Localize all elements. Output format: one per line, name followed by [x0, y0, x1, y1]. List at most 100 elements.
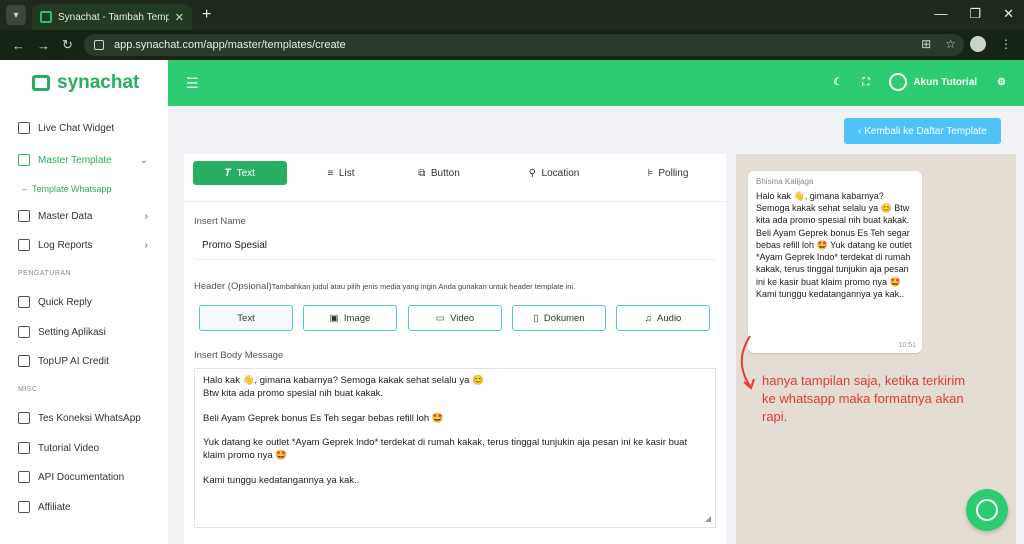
tab-label: Location — [541, 167, 580, 179]
location-pin-icon: ⚲ — [528, 167, 542, 179]
header-video-button[interactable]: ▭ Video — [408, 305, 502, 331]
tab-search-button[interactable]: ▾ — [6, 5, 26, 25]
profile-avatar[interactable] — [970, 36, 986, 52]
body-line: Halo kak 👋, gimana kabarnya? Semoga kaka… — [203, 375, 484, 386]
browser-tab[interactable]: Synachat - Tambah Template Pesan ✕ — [32, 4, 192, 30]
sidebar-item-label: Tes Koneksi WhatsApp — [38, 412, 141, 424]
message-type-tabs: 𝑻 Text ≡ List ⧉ Button ⚲ Location ⊧ Poll… — [184, 154, 726, 202]
sidebar-item-label: Live Chat Widget — [38, 122, 115, 134]
hamburger-menu-icon[interactable]: ☰ — [186, 75, 199, 92]
browser-tabbar: ▾ Synachat - Tambah Template Pesan ✕ + —… — [0, 0, 1024, 30]
sidebar-item-log-reports[interactable]: Log Reports › — [18, 239, 158, 251]
window-controls: — ❐ ✕ — [934, 6, 1014, 22]
header-button-label: Image — [343, 312, 371, 324]
insert-body-label: Insert Body Message — [194, 350, 284, 361]
sidebar-item-api-documentation[interactable]: API Documentation — [18, 471, 158, 483]
sidebar-item-label: TopUP AI Credit — [38, 355, 109, 367]
sidebar-item-label: Affiliate — [38, 501, 71, 513]
template-name-input[interactable]: Promo Spesial — [194, 232, 716, 260]
user-avatar-icon — [889, 73, 908, 91]
list-icon: ≡ — [327, 167, 339, 179]
template-name-value: Promo Spesial — [202, 240, 268, 251]
sidebar-item-master-template[interactable]: Master Template ⌄ — [18, 154, 158, 166]
sidebar-item-affiliate[interactable]: Affiliate — [18, 501, 158, 513]
back-to-template-list-button[interactable]: ‹ Kembali ke Daftar Template — [844, 118, 1001, 144]
resize-handle-icon[interactable]: ◢ — [705, 514, 711, 525]
tab-label: Button — [430, 167, 460, 179]
header-button-label: Video — [450, 312, 475, 324]
chat-bubble: Bhisma Kalijaga Halo kak 👋, gimana kabar… — [748, 171, 922, 353]
sidebar-item-label: Setting Aplikasi — [38, 326, 106, 338]
sidebar-item-label: Master Template — [38, 154, 112, 166]
sidebar-subitem-template-whatsapp[interactable]: – Template Whatsapp — [22, 184, 112, 194]
new-tab-button[interactable]: + — [202, 6, 211, 24]
sender-name: Bhisma Kalijaga — [756, 177, 814, 186]
tab-polling[interactable]: ⊧ Polling — [632, 161, 704, 185]
whatsapp-preview-panel: Bhisma Kalijaga Halo kak 👋, gimana kabar… — [736, 154, 1016, 544]
sidebar-item-setting-aplikasi[interactable]: Setting Aplikasi — [18, 326, 158, 338]
sidebar-item-topup-ai-credit[interactable]: TopUP AI Credit — [18, 355, 158, 367]
bookmark-star-icon[interactable]: ☆ — [945, 37, 956, 51]
whatsapp-icon — [976, 499, 998, 521]
header-dokumen-button[interactable]: ▯ Dokumen — [512, 305, 606, 331]
back-icon[interactable]: ← — [12, 38, 25, 53]
browser-menu-icon[interactable]: ⋮ — [1000, 37, 1012, 51]
sidebar-item-label: Log Reports — [38, 239, 93, 251]
header-image-button[interactable]: ▣ Image — [303, 305, 397, 331]
tab-location[interactable]: ⚲ Location — [514, 161, 594, 185]
sidebar-item-master-data[interactable]: Master Data › — [18, 210, 158, 222]
tab-text[interactable]: 𝑻 Text — [193, 161, 287, 185]
sidebar-item-quick-reply[interactable]: Quick Reply — [18, 296, 158, 308]
sidebar-item-tes-koneksi-whatsapp[interactable]: Tes Koneksi WhatsApp — [18, 412, 158, 424]
brand-logo[interactable]: synachat — [0, 60, 168, 106]
reply-icon — [18, 296, 30, 308]
tab-button[interactable]: ⧉ Button — [404, 161, 474, 185]
section-label-misc: MISC — [18, 386, 38, 393]
header-button-label: Text — [237, 312, 255, 324]
body-line — [203, 425, 707, 437]
tab-label: Polling — [658, 167, 689, 179]
browser-toolbar: ← → ↻ app.synachat.com/app/master/templa… — [0, 30, 1024, 60]
dark-mode-icon[interactable]: ☾ — [833, 77, 842, 88]
sidebar-item-label: Master Data — [38, 210, 93, 222]
app-topbar: ☰ ☾ ⛶ Akun Tutorial ⚙ — [168, 60, 1024, 106]
minimize-icon[interactable]: — — [934, 6, 947, 22]
external-link-icon: ⧉ — [418, 167, 431, 179]
close-tab-icon[interactable]: ✕ — [175, 11, 184, 24]
reload-icon[interactable]: ↻ — [62, 37, 73, 53]
gear-icon — [18, 326, 30, 338]
restore-icon[interactable]: ❐ — [969, 6, 981, 22]
close-window-icon[interactable]: ✕ — [1003, 6, 1014, 22]
header-text-button[interactable]: Text — [199, 305, 293, 331]
tab-label: Text — [236, 167, 255, 179]
template-form-card: 𝑻 Text ≡ List ⧉ Button ⚲ Location ⊧ Poll… — [184, 154, 726, 544]
list-icon — [18, 210, 30, 222]
poll-icon: ⊧ — [647, 167, 659, 179]
body-message-textarea[interactable]: Halo kak 👋, gimana kabarnya? Semoga kaka… — [194, 368, 716, 528]
chevron-right-icon: › — [144, 239, 148, 251]
address-bar[interactable]: app.synachat.com/app/master/templates/cr… — [84, 34, 964, 56]
sidebar-item-label: Template Whatsapp — [32, 184, 112, 194]
header-label-text: Header (Opsional) — [194, 281, 272, 292]
fullscreen-icon[interactable]: ⛶ — [862, 77, 869, 88]
network-icon — [18, 501, 30, 513]
image-icon: ▣ — [329, 312, 344, 324]
settings-gear-icon[interactable]: ⚙ — [997, 77, 1006, 88]
sidebar-item-label: API Documentation — [38, 471, 125, 483]
sidebar-item-tutorial-video[interactable]: Tutorial Video — [18, 442, 158, 454]
sidebar-item-live-chat-widget[interactable]: Live Chat Widget — [18, 122, 158, 134]
body-line: Beli Ayam Geprek bonus Es Teh segar beba… — [203, 412, 444, 424]
video-icon — [18, 442, 30, 454]
header-audio-button[interactable]: ♫ Audio — [616, 305, 710, 331]
forward-icon[interactable]: → — [37, 38, 50, 53]
synachat-logo-icon — [32, 75, 50, 91]
tab-list[interactable]: ≡ List — [304, 161, 378, 185]
url-text: app.synachat.com/app/master/templates/cr… — [114, 39, 346, 51]
browser-actions: ⊞ ☆ ⋮ — [921, 36, 1012, 52]
body-line — [203, 401, 707, 413]
user-menu[interactable]: Akun Tutorial — [889, 73, 977, 91]
translate-icon[interactable]: ⊞ — [921, 37, 931, 51]
whatsapp-floating-button[interactable] — [966, 489, 1008, 531]
site-info-icon[interactable] — [94, 40, 104, 50]
insert-name-label: Insert Name — [194, 216, 246, 227]
